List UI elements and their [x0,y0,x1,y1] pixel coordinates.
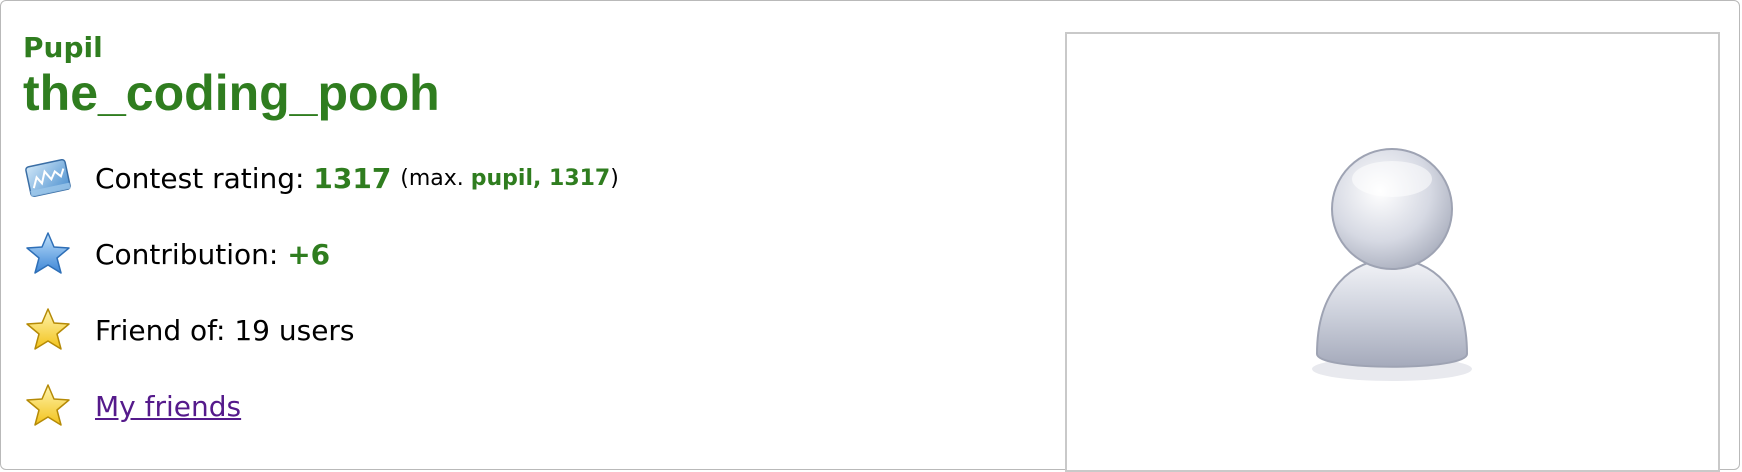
contribution-value: +6 [287,237,331,271]
yellow-star-icon [26,384,70,426]
yellow-star-icon [26,308,70,350]
friend-of-text: Friend of: 19 users [95,313,355,347]
contest-rating-row: Contest rating: 1317 (max. pupil, 1317 ) [23,153,619,203]
max-rating-close: ) [610,165,619,191]
my-friends-row: My friends [23,381,241,431]
avatar-frame[interactable] [1065,32,1720,472]
blue-star-icon [26,232,70,274]
user-info: Pupil the_coding_pooh [23,31,440,121]
max-rating-open: (max. [400,165,464,191]
my-friends-link[interactable]: My friends [95,390,241,423]
contest-rating-value: 1317 [313,161,392,195]
contribution-label: Contribution: [95,237,279,271]
contribution-row: Contribution: +6 [23,229,330,279]
rating-graph-icon [25,158,71,198]
friend-of-row: Friend of: 19 users [23,305,355,355]
profile-panel: Pupil the_coding_pooh Contest rating: 13… [0,0,1740,472]
contest-rating-label: Contest rating: [95,161,305,195]
default-user-avatar [1312,148,1472,381]
user-rank: Pupil [23,31,103,64]
max-rating-rank: pupil, 1317 [470,165,611,191]
user-handle[interactable]: the_coding_pooh [23,65,440,121]
